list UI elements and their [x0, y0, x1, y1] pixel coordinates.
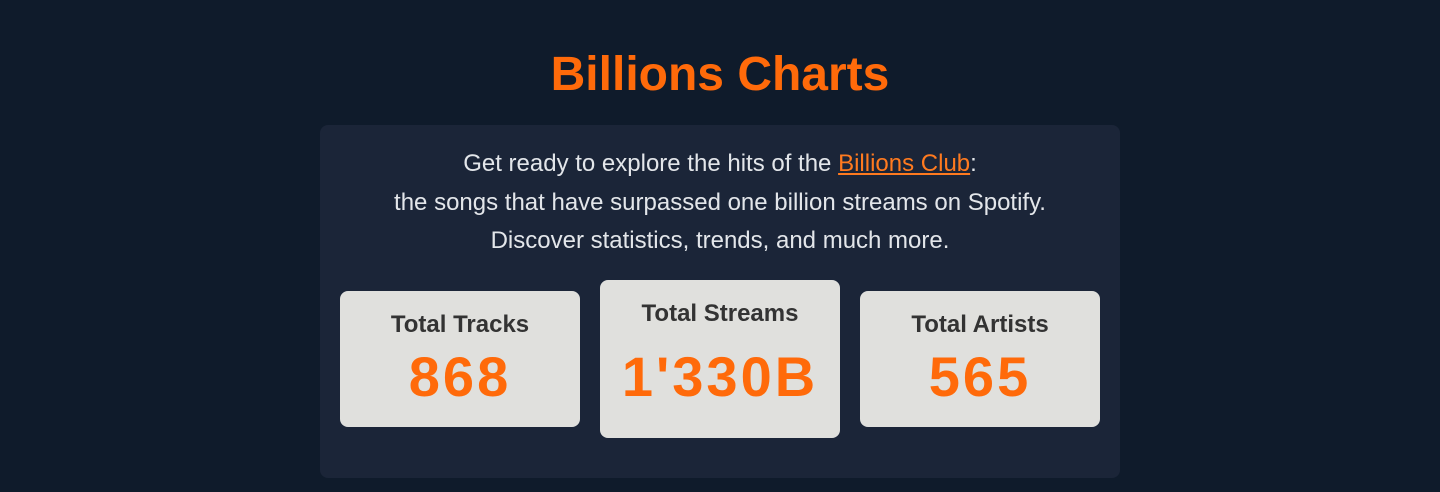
total-artists-label: Total Artists	[911, 311, 1049, 338]
intro-text: Get ready to explore the hits of the Bil…	[320, 145, 1120, 261]
intro-prefix: Get ready to explore the hits of the	[463, 150, 839, 177]
total-tracks-card: Total Tracks 868	[340, 291, 580, 427]
total-tracks-label: Total Tracks	[390, 311, 530, 338]
total-streams-card: Total Streams 1'330B	[600, 280, 840, 438]
total-streams-label: Total Streams	[641, 300, 799, 327]
total-artists-value: 565	[928, 345, 1032, 408]
billions-club-link[interactable]: Billions Club	[838, 150, 970, 177]
page: Billions Charts Get ready to explore the…	[0, 0, 1440, 492]
total-tracks-value: 868	[408, 345, 512, 408]
intro-suffix: :	[970, 150, 977, 177]
intro-line-2: the songs that have surpassed one billio…	[394, 188, 1046, 216]
total-artists-card: Total Artists 565	[860, 291, 1100, 427]
total-streams-value: 1'330B	[621, 345, 819, 408]
page-title: Billions Charts	[550, 48, 890, 101]
intro-panel: Get ready to explore the hits of the Bil…	[320, 125, 1120, 478]
intro-line-3: Discover statistics, trends, and much mo…	[490, 227, 950, 254]
